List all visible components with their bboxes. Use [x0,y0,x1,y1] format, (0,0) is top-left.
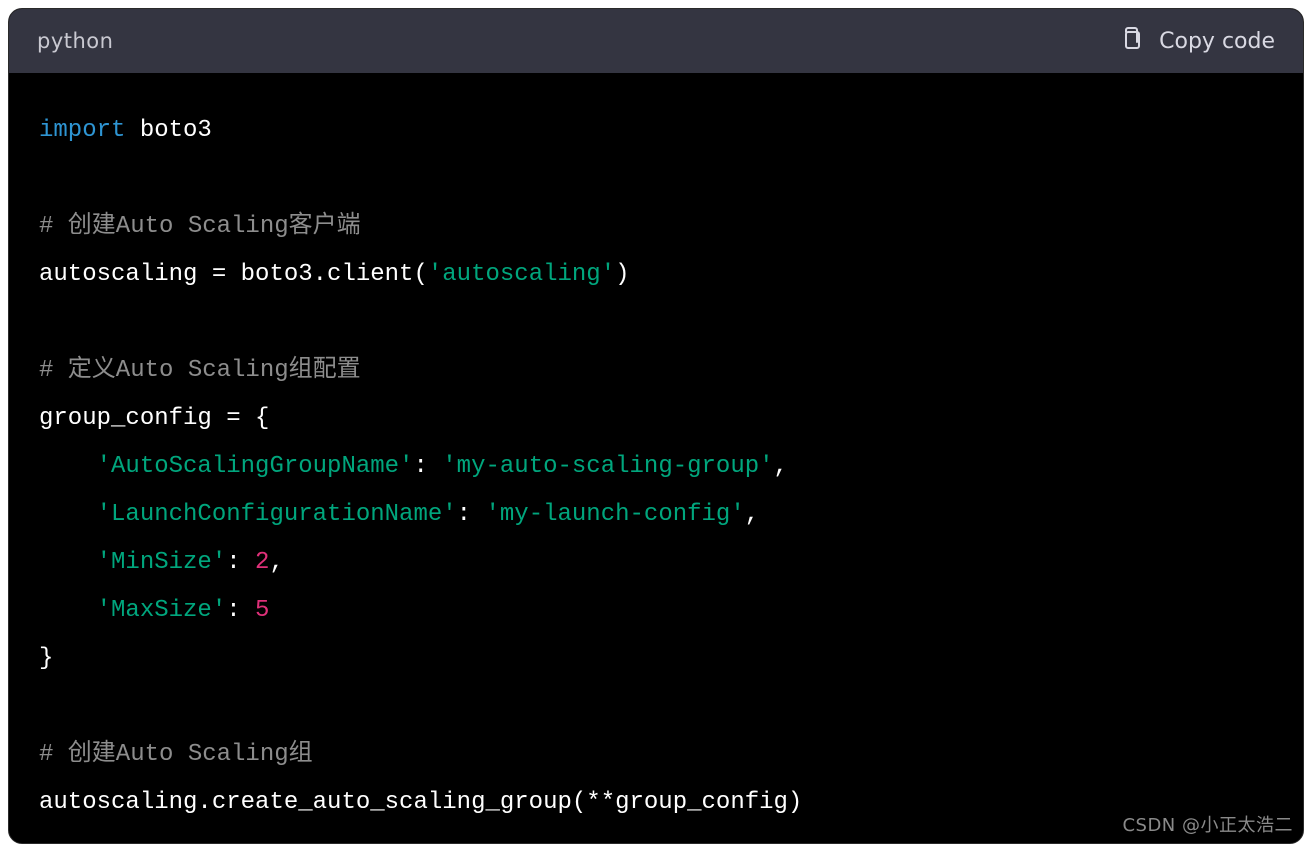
copy-code-label: Copy code [1159,29,1275,54]
code-token: , [774,453,788,480]
code-block[interactable]: import boto3 # 创建Auto Scaling客户端 autosca… [9,73,1303,844]
watermark-label: CSDN @小正太浩二 [1122,811,1293,837]
code-token: boto3 [125,117,211,144]
code-token: group_config = { [39,405,269,432]
code-indent [39,453,97,480]
code-token: : [226,549,255,576]
code-token-string: 'LaunchConfigurationName' [97,501,457,528]
code-token-string: 'MinSize' [97,549,227,576]
code-comment: # 创建Auto Scaling客户端 [39,213,361,240]
code-token: ) [615,261,629,288]
clipboard-icon [1119,25,1143,57]
code-token-number: 5 [255,597,269,624]
language-label: python [37,29,113,53]
copy-code-button[interactable]: Copy code [1119,25,1275,57]
code-header: python Copy code [9,9,1303,73]
code-token-number: 2 [255,549,269,576]
code-indent [39,549,97,576]
code-token: autoscaling.create_auto_scaling_group(**… [39,789,802,816]
code-token: : [226,597,255,624]
code-token-string: 'autoscaling' [428,261,615,288]
code-token-string: 'my-auto-scaling-group' [442,453,773,480]
code-token-string: 'AutoScalingGroupName' [97,453,414,480]
code-token-string: 'MaxSize' [97,597,227,624]
code-indent [39,501,97,528]
code-card: python Copy code import boto3 # 创建Auto S… [8,8,1304,844]
code-indent [39,597,97,624]
code-comment: # 定义Auto Scaling组配置 [39,357,361,384]
code-comment: # 创建Auto Scaling组 [39,741,313,768]
code-token: autoscaling = boto3.client( [39,261,428,288]
code-token: : [413,453,442,480]
code-token-keyword: import [39,117,125,144]
code-token: , [745,501,759,528]
code-token-string: 'my-launch-config' [485,501,744,528]
code-token: : [457,501,486,528]
code-token: , [269,549,283,576]
code-token: } [39,645,53,672]
